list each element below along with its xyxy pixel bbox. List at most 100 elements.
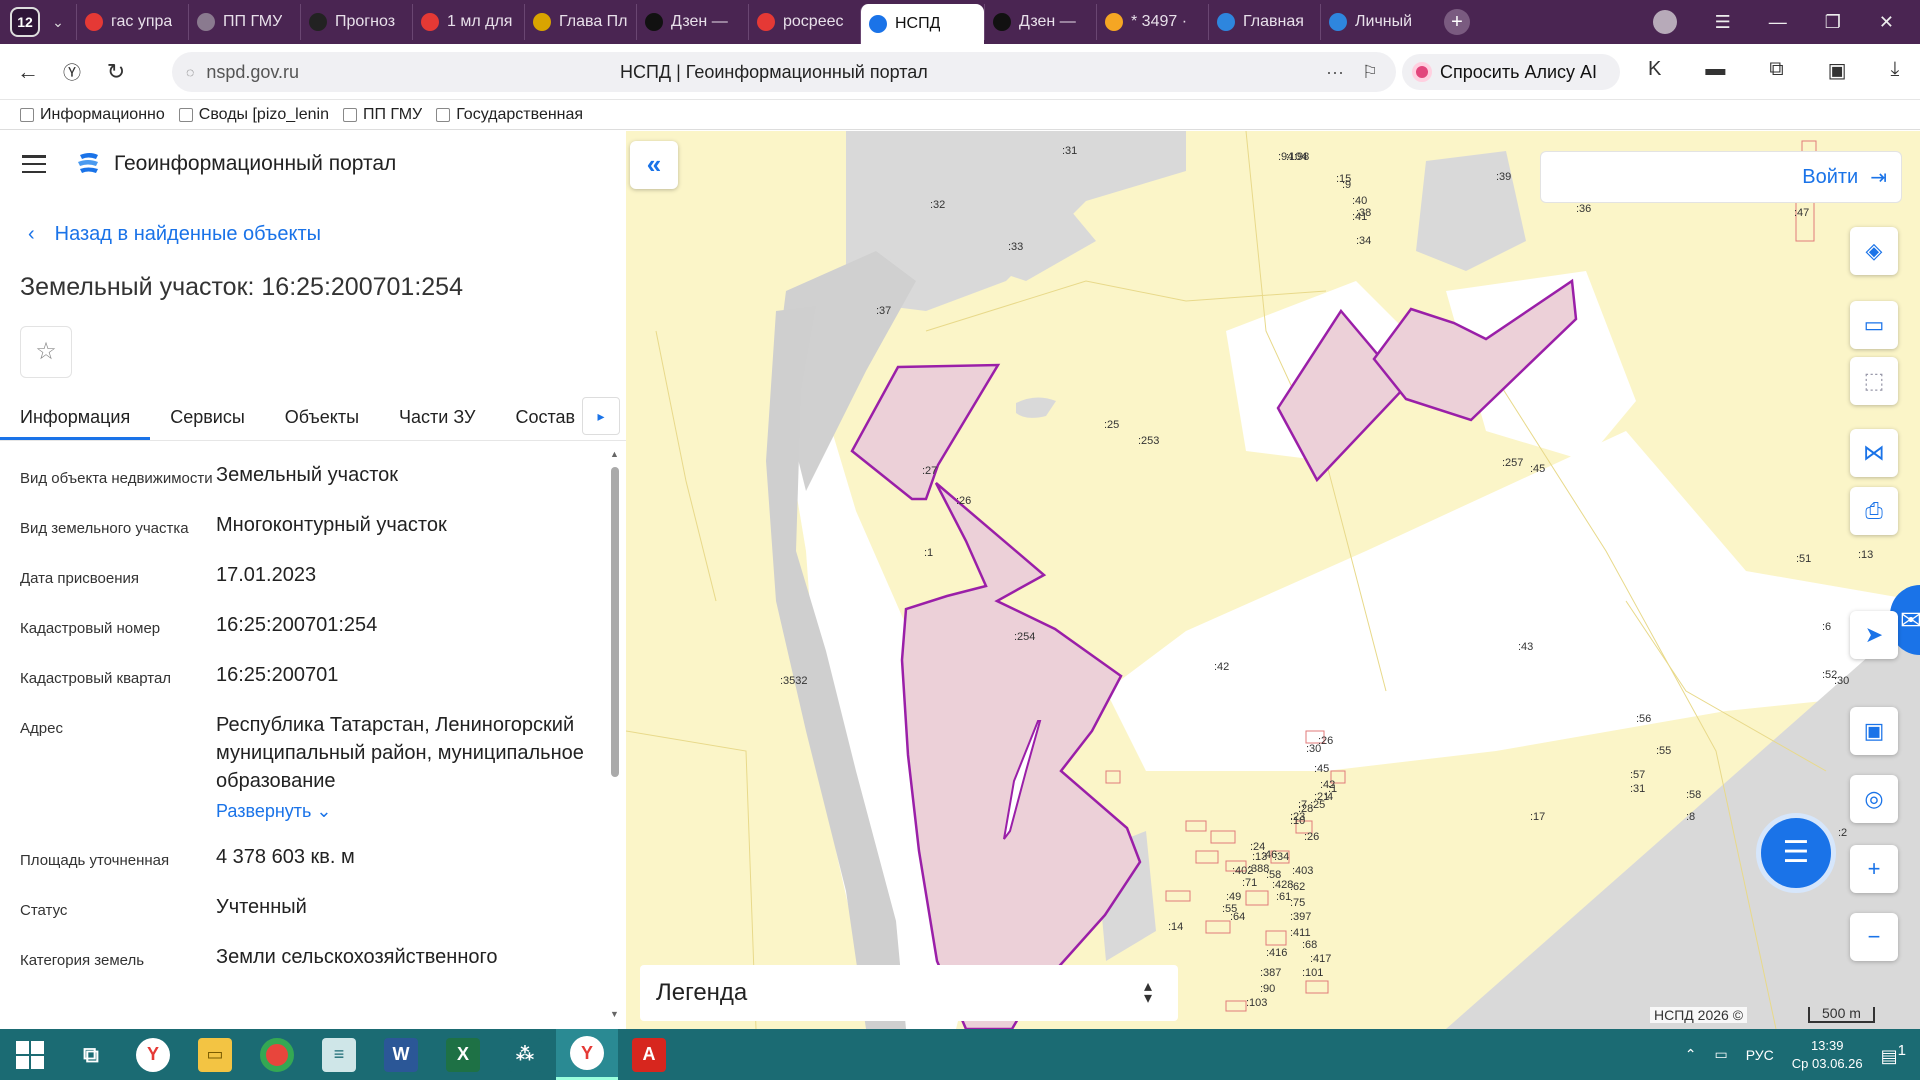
bookmark-item[interactable]: Информационно: [20, 106, 165, 124]
browser-tab[interactable]: Глава Пл: [524, 4, 636, 40]
parcel-label: :4: [1324, 791, 1334, 803]
extension-icon[interactable]: ▣: [1828, 58, 1847, 83]
login-label: Войти: [1802, 165, 1859, 188]
panel-scrollbar[interactable]: ▲ ▼: [610, 449, 620, 1019]
yandex-icon: [421, 13, 439, 31]
ruler-icon[interactable]: ▭: [1850, 301, 1898, 349]
panel-tab[interactable]: Объекты: [265, 397, 379, 440]
parcel-label: :32: [930, 199, 946, 211]
browser-tab[interactable]: гас упра: [76, 4, 188, 40]
yandex-browser-active-icon[interactable]: Y: [556, 1029, 618, 1080]
print-icon[interactable]: ⎙: [1850, 487, 1898, 535]
scrollbar-thumb[interactable]: [611, 467, 619, 777]
browser-tab[interactable]: НСПД: [860, 4, 984, 44]
downloads-icon[interactable]: ⤓: [1891, 58, 1900, 83]
browser-tab[interactable]: * 3497 ·: [1096, 4, 1208, 40]
map-view[interactable]: :31:39:36:32:33:37:25:253:27:26:1:254:25…: [626, 131, 1920, 1029]
translate-icon[interactable]: ⧉: [1769, 58, 1783, 83]
browser-tab[interactable]: Главная: [1208, 4, 1320, 40]
scroll-down-icon[interactable]: ▼: [610, 1009, 619, 1019]
language-indicator[interactable]: РУС: [1746, 1047, 1774, 1063]
scroll-up-icon[interactable]: ▲: [610, 449, 619, 459]
back-arrow-icon[interactable]: ←: [6, 59, 50, 85]
tabs-scroll-right-icon[interactable]: ▸: [582, 397, 620, 435]
browser-tab[interactable]: Прогноз: [300, 4, 412, 40]
maximize-icon[interactable]: ❐: [1825, 12, 1841, 33]
property-row: Вид объекта недвижимости Земельный участо…: [20, 461, 590, 493]
new-tab-button[interactable]: +: [1444, 9, 1470, 35]
tab-counter[interactable]: 12: [10, 7, 40, 37]
dzen-icon: [993, 13, 1011, 31]
collapse-panel-button[interactable]: «: [630, 141, 678, 189]
bookmark-label: ПП ГМУ: [362, 105, 423, 123]
messenger-icon[interactable]: ⁂: [494, 1029, 556, 1080]
url-field[interactable]: ◌ nspd.gov.ru НСПД | Геоинформационный п…: [172, 52, 1396, 92]
clock[interactable]: 13:39 Ср 03.06.26: [1792, 1037, 1863, 1073]
chevron-down-icon[interactable]: ⌄: [40, 14, 76, 31]
panel-tab[interactable]: Состав: [495, 397, 595, 440]
date: Ср 03.06.26: [1791, 1055, 1863, 1071]
parcel-label: :3532: [780, 675, 808, 687]
notifications-icon[interactable]: ▤1: [1881, 1042, 1906, 1067]
minimap-icon[interactable]: ▣: [1850, 707, 1898, 755]
geolocation-icon[interactable]: ➤: [1850, 611, 1898, 659]
parcel-label: :36: [1576, 203, 1592, 215]
browser-tab[interactable]: Дзен —: [984, 4, 1096, 40]
layers-icon[interactable]: ◈: [1850, 227, 1898, 275]
panel-tab[interactable]: Части ЗУ: [379, 397, 495, 440]
extension-k-icon[interactable]: K: [1648, 58, 1661, 83]
parcel-label: :71: [1242, 877, 1258, 889]
network-icon[interactable]: ▭: [1715, 1046, 1728, 1063]
bookmark-item[interactable]: Государственная: [436, 106, 583, 124]
parcel-label: :411: [1290, 927, 1311, 939]
yandex-icon[interactable]: Ⓨ: [50, 59, 94, 85]
alice-button[interactable]: Спросить Алису AI: [1402, 54, 1620, 90]
favorite-star-icon[interactable]: ☆: [20, 326, 72, 378]
support-chat-button[interactable]: ☰: [1756, 813, 1836, 893]
close-icon[interactable]: ✕: [1879, 12, 1894, 33]
chrome-icon[interactable]: [246, 1029, 308, 1080]
property-row: Кадастровый квартал 16:25:200701: [20, 661, 590, 693]
excel-icon[interactable]: X: [432, 1029, 494, 1080]
tab-label: Главная: [1243, 13, 1304, 30]
scanner-icon[interactable]: ≡: [308, 1029, 370, 1080]
yandex-browser-icon[interactable]: Y: [122, 1029, 184, 1080]
profile-avatar[interactable]: [1652, 10, 1677, 34]
zoom-out-button[interactable]: −: [1850, 913, 1898, 961]
expand-collapse-icon[interactable]: ▴ ▾: [1144, 979, 1152, 1007]
panel-tab[interactable]: Сервисы: [150, 397, 265, 440]
reload-icon[interactable]: ↻: [94, 59, 138, 85]
hamburger-menu-icon[interactable]: [22, 155, 46, 173]
panel-tab[interactable]: Информация: [0, 397, 151, 440]
start-button[interactable]: [0, 1029, 60, 1080]
expand-address-link[interactable]: Развернуть ⌄: [216, 797, 586, 825]
tray-chevron-icon[interactable]: ⌃: [1685, 1046, 1697, 1063]
minimize-icon[interactable]: —: [1769, 12, 1787, 33]
collections-icon[interactable]: ▬: [1705, 58, 1725, 83]
parcel-label: :58: [1686, 789, 1702, 801]
cadastral-map[interactable]: [626, 131, 1920, 1029]
parcel-label: :25: [1104, 419, 1120, 431]
zoom-in-button[interactable]: +: [1850, 845, 1898, 893]
legend-panel[interactable]: Легенда ▴ ▾: [640, 965, 1178, 1021]
parcel-label: :38: [1356, 207, 1372, 219]
browser-tab[interactable]: Дзен —: [636, 4, 748, 40]
browser-tab[interactable]: ПП ГМУ: [188, 4, 300, 40]
more-icon[interactable]: ···: [1326, 62, 1344, 83]
search-location-icon[interactable]: ◎: [1850, 775, 1898, 823]
area-select-icon[interactable]: ⬚: [1850, 357, 1898, 405]
bookmark-icon[interactable]: ⚐: [1362, 62, 1378, 83]
word-icon[interactable]: W: [370, 1029, 432, 1080]
browser-tab[interactable]: Личный: [1320, 4, 1432, 40]
pdf-reader-icon[interactable]: A: [618, 1029, 680, 1080]
browser-tab[interactable]: 1 мл для: [412, 4, 524, 40]
bookmark-item[interactable]: ПП ГМУ: [342, 105, 423, 124]
back-to-results-link[interactable]: ‹ Назад в найденные объекты: [28, 223, 321, 246]
task-view-icon[interactable]: ⧉: [60, 1029, 122, 1080]
bookmark-item[interactable]: Своды [pizo_lenin: [178, 106, 329, 124]
share-icon[interactable]: ⋈: [1850, 429, 1898, 477]
file-explorer-icon[interactable]: ▭: [184, 1029, 246, 1080]
browser-tab[interactable]: росреес: [748, 4, 860, 40]
login-button[interactable]: Войти ⇥: [1540, 151, 1902, 203]
menu-icon[interactable]: ☰: [1715, 12, 1731, 33]
